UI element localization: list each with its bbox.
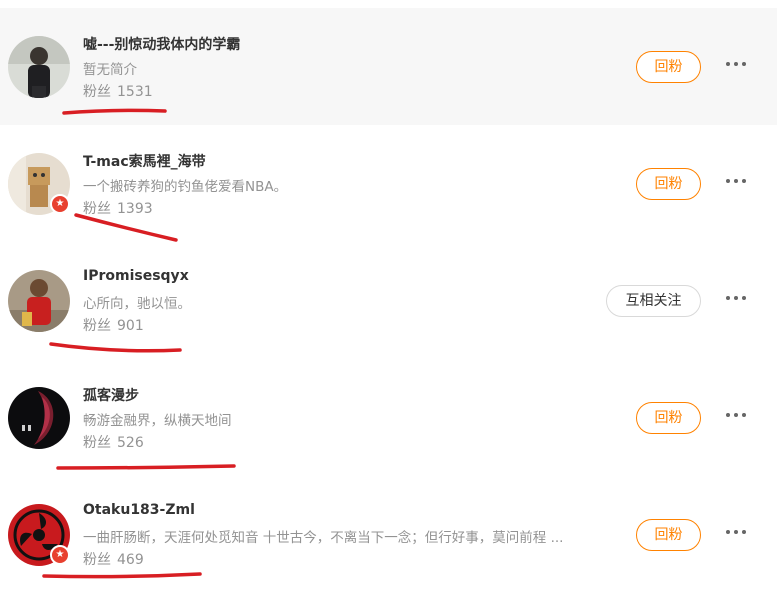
fans-count: 粉丝 901 [83, 315, 144, 335]
follow-back-button[interactable]: 回粉 [636, 402, 701, 434]
avatar[interactable] [8, 387, 70, 449]
fans-label: 粉丝 [83, 84, 111, 100]
mutual-follow-button[interactable]: 互相关注 [606, 285, 701, 317]
user-bio: 暂无简介 [83, 62, 137, 78]
avatar[interactable] [8, 270, 70, 332]
fans-count: 粉丝 1393 [83, 198, 153, 218]
more-icon[interactable] [722, 524, 750, 540]
list-item: ★ T-mac索馬裡_海带 一个搬砖养狗的钓鱼佬爱看NBA。 粉丝 1393 回粉 [0, 125, 777, 242]
verified-badge-icon: ★ [50, 194, 70, 214]
verified-badge-icon: ★ [50, 545, 70, 565]
list-item: 孤客漫步 畅游金融界，纵横天地间 粉丝 526 回粉 [0, 359, 777, 476]
user-bio: 心所向，驰以恒。 [83, 296, 191, 312]
fans-count: 粉丝 526 [83, 432, 144, 452]
list-item: IPromisesqyx 心所向，驰以恒。 粉丝 901 互相关注 [0, 242, 777, 359]
fans-count: 粉丝 1531 [83, 81, 153, 101]
user-bio: 畅游金融界，纵横天地间 [83, 413, 232, 429]
user-bio: 一曲肝肠断，天涯何处觅知音 十世古今，不离当下一念；但行好事，莫问前程 ... [83, 530, 564, 546]
more-icon[interactable] [722, 56, 750, 72]
username[interactable]: 孤客漫步 [83, 385, 139, 405]
username[interactable]: T-mac索馬裡_海带 [83, 151, 206, 171]
username[interactable]: IPromisesqyx [83, 268, 189, 284]
avatar[interactable] [8, 36, 70, 98]
more-icon[interactable] [722, 407, 750, 423]
username[interactable]: Otaku183-Zml [83, 502, 195, 518]
list-item: 嘘---别惊动我体内的学霸 暂无简介 粉丝 1531 回粉 [0, 8, 777, 125]
fans-value: 1393 [117, 201, 153, 217]
follow-back-button[interactable]: 回粉 [636, 51, 701, 83]
user-bio: 一个搬砖养狗的钓鱼佬爱看NBA。 [83, 179, 288, 195]
fans-value: 469 [117, 552, 144, 568]
follow-back-button[interactable]: 回粉 [636, 168, 701, 200]
fans-label: 粉丝 [83, 201, 111, 217]
fans-label: 粉丝 [83, 552, 111, 568]
fans-value: 901 [117, 318, 144, 334]
more-icon[interactable] [722, 290, 750, 306]
follow-back-button[interactable]: 回粉 [636, 519, 701, 551]
fans-label: 粉丝 [83, 318, 111, 334]
fans-count: 粉丝 469 [83, 549, 144, 569]
fans-value: 1531 [117, 84, 153, 100]
fans-value: 526 [117, 435, 144, 451]
more-icon[interactable] [722, 173, 750, 189]
fans-label: 粉丝 [83, 435, 111, 451]
list-item: ★ Otaku183-Zml 一曲肝肠断，天涯何处觅知音 十世古今，不离当下一念… [0, 476, 777, 593]
username[interactable]: 嘘---别惊动我体内的学霸 [83, 34, 240, 54]
